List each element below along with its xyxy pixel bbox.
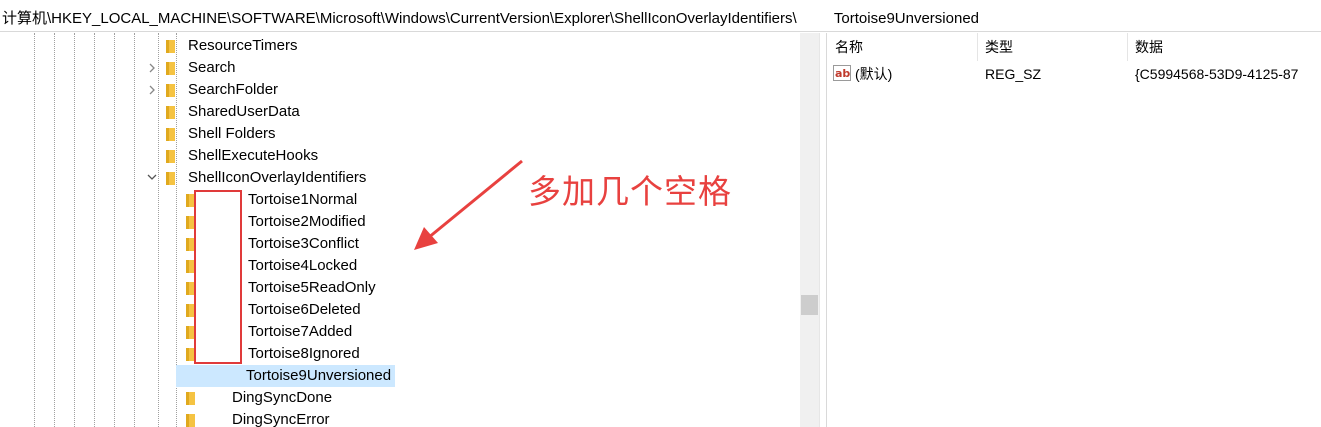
column-divider[interactable] [977,33,978,61]
tree-node-label: Tortoise2Modified [248,213,366,230]
value-name[interactable]: (默认) [855,63,892,85]
tree-scrollbar[interactable] [800,33,819,427]
values-list[interactable]: 名称 类型 数据 ab (默认) REG_SZ {C5994568-53D9-4… [827,33,1321,427]
svg-text:ab: ab [835,67,850,80]
tree-node-label: ShellIconOverlayIdentifiers [188,169,367,186]
tree-node-label: Tortoise1Normal [248,191,358,208]
tree-node-label: Tortoise6Deleted [248,301,361,318]
column-header-name[interactable]: 名称 [835,33,863,61]
tree-node-label: DingSyncDone [232,389,333,406]
value-type: REG_SZ [985,66,1042,82]
tree-node-label: Tortoise7Added [248,323,353,340]
tree-node[interactable]: Tortoise9Unversioned [0,365,800,387]
annotation-highlight-box [194,190,242,364]
string-value-icon: ab [833,65,851,81]
folder-icon [166,84,175,97]
chevron-down-icon[interactable] [146,167,158,189]
tree-node[interactable]: Tortoise2Modified [0,211,800,233]
scrollbar-thumb[interactable] [801,295,818,315]
column-header-type[interactable]: 类型 [985,33,1013,61]
tree-node[interactable]: DingSyncDone [0,387,800,409]
chevron-right-icon[interactable] [146,57,158,79]
folder-icon [186,392,195,405]
tree-node[interactable]: ResourceTimers [0,35,800,57]
tree-node[interactable]: Tortoise3Conflict [0,233,800,255]
tree-node[interactable]: DingSyncError [0,409,800,427]
tree-node-label: DingSyncError [232,411,330,427]
folder-icon [166,172,175,185]
tree-node[interactable]: Tortoise8Ignored [0,343,800,365]
tree-node[interactable]: Tortoise4Locked [0,255,800,277]
tree-node[interactable]: Shell Folders [0,123,800,145]
tree-node[interactable]: SearchFolder [0,79,800,101]
column-divider[interactable] [1127,33,1128,61]
value-data: {C5994568-53D9-4125-87 [1135,66,1299,82]
folder-icon [166,128,175,141]
tree-node-label: Tortoise3Conflict [248,235,359,252]
column-header-data[interactable]: 数据 [1135,33,1163,61]
folder-icon [166,62,175,75]
annotation-arrow-icon [414,159,523,250]
tree-node-label: SharedUserData [188,103,300,120]
annotation-text: 多加几个空格 [528,172,732,211]
tree-node[interactable]: Tortoise6Deleted [0,299,800,321]
tree-node[interactable]: SharedUserData [0,101,800,123]
pane-splitter[interactable] [819,33,827,427]
tree-node[interactable]: Tortoise7Added [0,321,800,343]
tree-node-label: ResourceTimers [188,37,298,54]
tree-node[interactable]: Search [0,57,800,79]
folder-icon [166,40,175,53]
folder-icon [166,106,175,119]
folder-icon [166,150,175,163]
tree-node-label: SearchFolder [188,81,279,98]
tree-node-label: Tortoise4Locked [248,257,358,274]
tree-node[interactable]: Tortoise5ReadOnly [0,277,800,299]
chevron-right-icon[interactable] [146,79,158,101]
tree-node-label: Shell Folders [188,125,276,142]
folder-icon [186,414,195,427]
tree-node-label: ShellExecuteHooks [188,147,319,164]
tree-node-label: Tortoise8Ignored [248,345,360,362]
tree-node[interactable]: ShellExecuteHooks [0,145,800,167]
tree-node-label: Search [188,59,236,76]
tree-node-label: Tortoise9Unversioned [176,365,396,387]
address-bar[interactable]: 计算机\HKEY_LOCAL_MACHINE\SOFTWARE\Microsof… [0,6,1321,32]
registry-tree[interactable]: ResourceTimers Search SearchFolder SharedUs… [0,33,800,427]
tree-node-label: Tortoise5ReadOnly [248,279,376,296]
